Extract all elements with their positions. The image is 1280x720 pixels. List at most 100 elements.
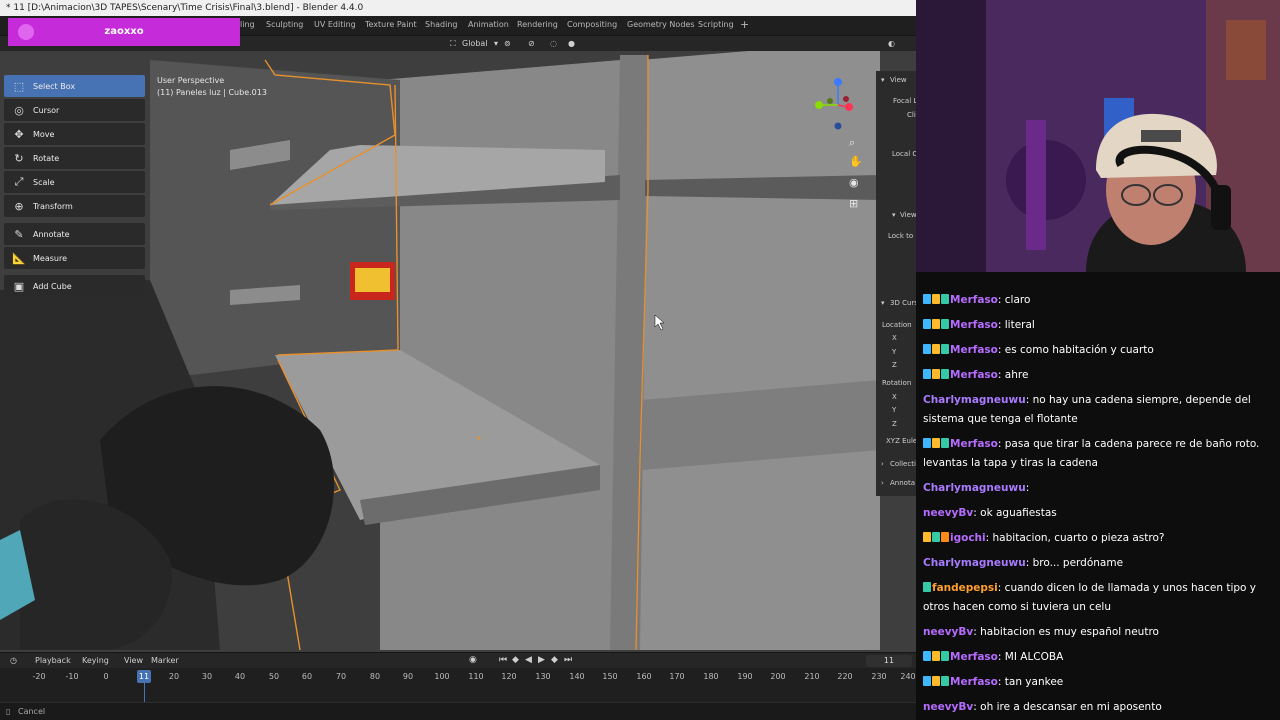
tool-add-cube[interactable]: ▣ Add Cube: [4, 275, 145, 297]
collections-panel-header[interactable]: Collecti: [890, 460, 916, 468]
chat-badge-icon: [923, 294, 931, 304]
tab-shading[interactable]: Shading: [425, 20, 458, 29]
timeline-ruler[interactable]: -20 -10 0 11 20 30 40 50 60 70 80 90 100…: [0, 668, 916, 702]
chat-text: tan yankee: [1004, 676, 1064, 688]
chat-username[interactable]: Merfaso: [950, 319, 998, 331]
pivot-icon[interactable]: ⊚: [504, 38, 511, 49]
chat-username[interactable]: neevyBv: [923, 507, 973, 519]
chat-username[interactable]: Merfaso: [950, 294, 998, 306]
play-reverse-icon[interactable]: ◀: [525, 655, 532, 665]
frame-tick: 40: [234, 672, 246, 681]
tab-modeling-partial[interactable]: ling: [240, 20, 255, 29]
chevron-down-icon[interactable]: ▾: [881, 76, 885, 84]
view-lock-header[interactable]: View: [900, 211, 916, 219]
chat-username[interactable]: Charlymagneuwu: [923, 557, 1026, 569]
auto-key-icon[interactable]: ◉: [469, 655, 477, 665]
tab-sculpting[interactable]: Sculpting: [266, 20, 303, 29]
rotation-x-field[interactable]: X: [892, 393, 897, 401]
tool-label: Move: [33, 129, 55, 139]
tool-measure[interactable]: 📐 Measure: [4, 247, 145, 269]
chat-username[interactable]: Merfaso: [950, 369, 998, 381]
tab-scripting[interactable]: Scripting: [698, 20, 734, 29]
tool-transform[interactable]: ⊕ Transform: [4, 195, 145, 217]
tool-annotate[interactable]: ✎ Annotate: [4, 223, 145, 245]
chat-username[interactable]: Merfaso: [950, 438, 998, 450]
annotations-panel-header[interactable]: Annota: [890, 479, 915, 487]
chat-badge-icon: [923, 532, 931, 542]
viewport-gizmo-toggle-icon[interactable]: ◐: [888, 38, 895, 49]
chat-message: Charlymagneuwu:: [916, 476, 1280, 501]
frame-tick: 140: [569, 672, 585, 681]
chevron-down-icon[interactable]: ▾: [494, 38, 498, 49]
chevron-right-icon[interactable]: ›: [881, 479, 884, 487]
frame-tick: 30: [201, 672, 213, 681]
location-y-field[interactable]: Y: [892, 348, 896, 356]
chat-text: ahre: [1004, 369, 1029, 381]
jump-start-icon[interactable]: ⏮: [499, 655, 507, 665]
chevron-right-icon[interactable]: ›: [881, 460, 884, 468]
tool-scale[interactable]: ⤢ Scale: [4, 171, 145, 193]
chat-badge-icon: [941, 532, 949, 542]
tool-select-box[interactable]: ⬚ Select Box: [4, 75, 145, 97]
chat-badge-icon: [932, 438, 940, 448]
playhead-frame[interactable]: 11: [137, 670, 151, 683]
proportional-falloff-icon[interactable]: ●: [568, 38, 575, 49]
next-key-icon[interactable]: ◆: [551, 655, 558, 665]
frame-tick: 60: [301, 672, 313, 681]
editor-type-icon[interactable]: ◷: [10, 656, 17, 665]
zoom-icon[interactable]: ⌕: [849, 136, 855, 150]
jump-end-icon[interactable]: ⏭: [564, 655, 572, 665]
chat-username[interactable]: Charlymagneuwu: [923, 482, 1026, 494]
tool-rotate[interactable]: ↻ Rotate: [4, 147, 145, 169]
rotation-y-field[interactable]: Y: [892, 406, 896, 414]
tool-label: Measure: [33, 253, 67, 263]
chevron-down-icon[interactable]: ▾: [892, 211, 896, 219]
chat-username[interactable]: Merfaso: [950, 344, 998, 356]
add-workspace-button[interactable]: +: [740, 18, 749, 31]
menu-marker[interactable]: Marker: [151, 656, 179, 665]
rotation-z-field[interactable]: Z: [892, 420, 897, 428]
navigation-gizmo[interactable]: [808, 75, 868, 135]
3d-cursor-panel-header[interactable]: 3D Curs: [890, 299, 916, 307]
chat-username[interactable]: fandepepsi: [932, 582, 998, 594]
menu-keying[interactable]: Keying: [82, 656, 109, 665]
grid-icon[interactable]: ⊞: [849, 197, 858, 210]
snap-icon[interactable]: ⊘: [528, 38, 535, 49]
chat-username[interactable]: Merfaso: [950, 676, 998, 688]
tab-geometry-nodes[interactable]: Geometry Nodes: [627, 20, 694, 29]
transform-orientation-icon[interactable]: ⛶: [450, 38, 456, 49]
proportional-edit-icon[interactable]: ◌: [550, 38, 557, 49]
prev-key-icon[interactable]: ◆: [512, 655, 519, 665]
chat-username[interactable]: neevyBv: [923, 626, 973, 638]
chat-username[interactable]: Charlymagneuwu: [923, 394, 1026, 406]
location-x-field[interactable]: X: [892, 334, 897, 342]
tab-texture-paint[interactable]: Texture Paint: [365, 20, 417, 29]
location-z-field[interactable]: Z: [892, 361, 897, 369]
rotation-mode-select[interactable]: XYZ Eule: [886, 437, 916, 445]
current-frame-field[interactable]: 11: [866, 655, 912, 667]
tab-uv-editing[interactable]: UV Editing: [314, 20, 356, 29]
tool-label: Rotate: [33, 153, 60, 163]
tab-animation[interactable]: Animation: [468, 20, 509, 29]
frame-tick: -10: [65, 672, 79, 681]
chat-username[interactable]: igochi: [950, 532, 986, 544]
tab-rendering[interactable]: Rendering: [517, 20, 558, 29]
chevron-down-icon[interactable]: ▾: [881, 299, 885, 307]
chat-separator: :: [997, 582, 1005, 594]
menu-view[interactable]: View: [124, 656, 143, 665]
menu-playback[interactable]: Playback: [35, 656, 71, 665]
transform-orientation-select[interactable]: Global: [462, 38, 488, 49]
play-icon[interactable]: ▶: [538, 655, 545, 665]
tool-move[interactable]: ✥ Move: [4, 123, 145, 145]
pan-hand-icon[interactable]: ✋: [849, 155, 863, 168]
screen: * 11 [D:\Animacion\3D TAPES\Scenary\Time…: [0, 0, 1280, 720]
chat-badge-icon: [923, 582, 931, 592]
tab-compositing[interactable]: Compositing: [567, 20, 617, 29]
chat-username[interactable]: neevyBv: [923, 701, 973, 713]
chat-username[interactable]: Merfaso: [950, 651, 998, 663]
tool-cursor[interactable]: ◎ Cursor: [4, 99, 145, 121]
camera-icon[interactable]: ◉: [849, 176, 859, 189]
chat-message: Charlymagneuwu: no hay una cadena siempr…: [916, 388, 1280, 432]
view-panel-header[interactable]: View: [890, 76, 907, 84]
frame-tick: 160: [636, 672, 652, 681]
